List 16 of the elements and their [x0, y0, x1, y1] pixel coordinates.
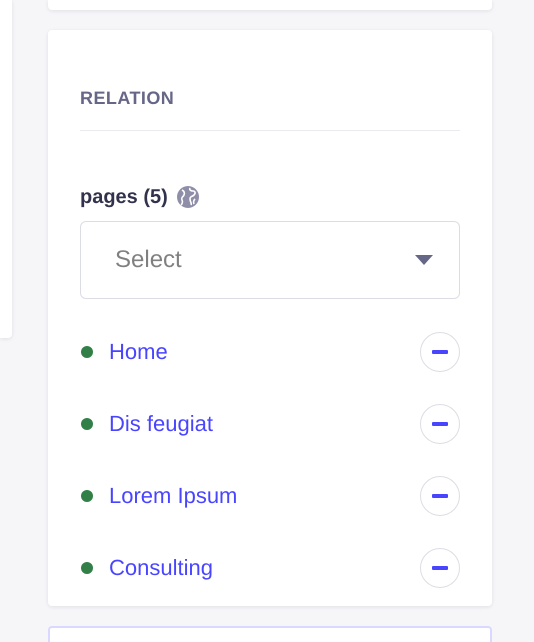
minus-icon	[432, 350, 448, 354]
page-link[interactable]: Lorem Ipsum	[109, 479, 238, 512]
remove-button[interactable]	[420, 332, 460, 372]
remove-button[interactable]	[420, 548, 460, 588]
minus-icon	[432, 422, 448, 426]
page-link[interactable]: Dis feugiat	[109, 407, 213, 440]
field-label: pages (5)	[80, 186, 168, 208]
minus-icon	[432, 566, 448, 570]
remove-button[interactable]	[420, 404, 460, 444]
remove-button[interactable]	[420, 476, 460, 516]
page-link[interactable]: Home	[109, 335, 168, 368]
caret-icon	[415, 254, 433, 265]
section-title: RELATION	[80, 86, 176, 110]
page-link[interactable]: Consulting	[109, 551, 213, 584]
minus-icon	[432, 494, 448, 498]
select-dropdown[interactable]: Select	[80, 220, 460, 299]
